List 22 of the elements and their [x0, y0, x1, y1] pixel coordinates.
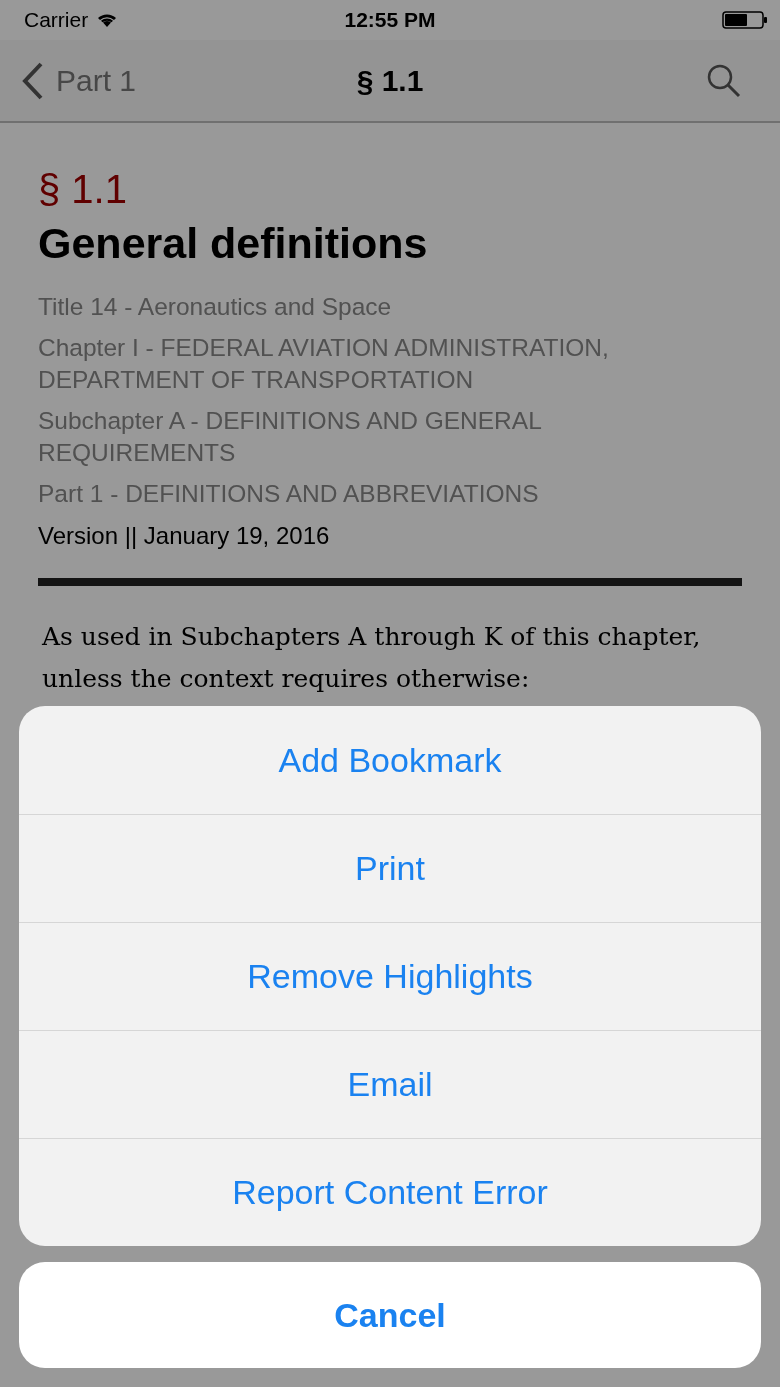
section-title: General definitions: [38, 218, 429, 269]
back-button[interactable]: Part 1: [22, 61, 137, 100]
hierarchy-line: Subchapter A - DEFINITIONS AND GENERAL REQUIREMENTS: [38, 406, 542, 468]
search-icon[interactable]: [706, 62, 742, 99]
action-button[interactable]: Report Content Error: [19, 1138, 761, 1246]
hierarchy-line: Chapter I - FEDERAL AVIATION ADMINISTRATION, DEPARTMENT OF TRANSPORTATION: [38, 333, 610, 395]
cancel-button[interactable]: Cancel: [19, 1262, 761, 1368]
nav-title: § 1.1: [355, 63, 425, 98]
version-date: Version || January 19, 2016: [38, 521, 331, 551]
status-time: 12:55 PM: [343, 8, 437, 32]
hierarchy-line: Title 14 - Aeronautics and Space: [38, 292, 393, 322]
carrier-name: Carrier: [24, 8, 89, 32]
hierarchy-line: Part 1 - DEFINITIONS AND ABBREVIATIONS: [38, 479, 540, 509]
action-button[interactable]: Remove Highlights: [19, 922, 761, 1030]
action-button[interactable]: Email: [19, 1030, 761, 1138]
action-button[interactable]: Print: [19, 814, 761, 922]
battery-icon: [722, 11, 768, 29]
chevron-left-icon: [22, 61, 44, 100]
action-button[interactable]: Add Bookmark: [19, 706, 761, 814]
body-paragraph: As used in Subchapters A through K of this chapter, unless the context requires otherwise:: [41, 621, 702, 695]
wifi-icon: [96, 12, 119, 28]
section-number: § 1.1: [38, 166, 128, 213]
